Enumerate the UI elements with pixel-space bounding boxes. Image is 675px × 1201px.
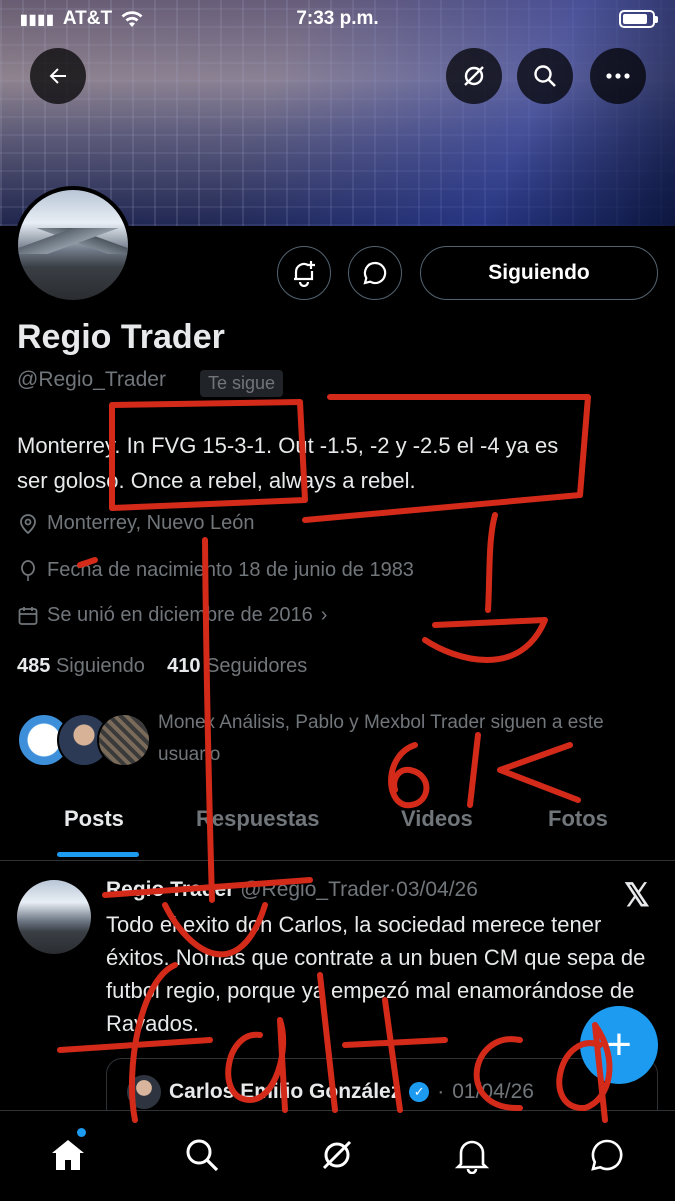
search-button[interactable]	[517, 48, 573, 104]
back-button[interactable]	[30, 48, 86, 104]
followed-by-avatars[interactable]	[17, 713, 151, 767]
battery-icon	[619, 10, 658, 28]
location-text: Monterrey, Nuevo León	[47, 512, 255, 534]
clock: 7:33 p.m.	[296, 8, 379, 29]
profile-avatar[interactable]	[14, 186, 132, 304]
quote-separator: ·	[437, 1080, 445, 1103]
profile-tabs: Posts Respuestas Videos Fotos	[0, 790, 675, 861]
bottom-navigation	[0, 1110, 675, 1201]
joined-row[interactable]: Se unió en diciembre de 2016 ›	[17, 604, 327, 627]
nav-home[interactable]	[46, 1133, 90, 1177]
nav-grok[interactable]	[315, 1133, 359, 1177]
nav-notifications[interactable]	[450, 1133, 494, 1177]
status-bar: ▮▮▮▮ AT&T 7:33 p.m.	[0, 0, 675, 40]
birthday-text: Fecha de nacimiento 18 de junio de 1983	[47, 559, 414, 581]
plus-icon: +	[606, 1020, 632, 1069]
calendar-icon	[18, 606, 38, 625]
joined-text: Se unió en diciembre de 2016	[47, 604, 313, 626]
follows-you-badge: Te sigue	[200, 370, 284, 397]
bio-line: Monterrey. In FVG 15-3-1. Out -1.5, -2 y…	[17, 433, 559, 458]
nav-search[interactable]	[180, 1133, 224, 1177]
nav-messages[interactable]	[585, 1133, 629, 1177]
tab-photos[interactable]: Fotos	[548, 806, 608, 832]
post-date[interactable]: 03/04/26	[396, 878, 478, 901]
profile-name: Regio Trader	[17, 318, 225, 356]
post-author-avatar[interactable]	[17, 880, 91, 954]
quote-author-name: Carlos Emilio González	[169, 1080, 402, 1103]
profile-bio: Monterrey. In FVG 15-3-1. Out -1.5, -2 y…	[17, 428, 657, 498]
followed-by-text[interactable]: Monex Análisis, Pablo y Mexbol Trader si…	[158, 707, 638, 771]
post-header: Regio Trader @Regio_Trader·03/04/26	[106, 878, 478, 902]
grok-icon	[464, 66, 484, 86]
following-button[interactable]: Siguiendo	[420, 246, 658, 300]
bell-icon	[454, 1140, 490, 1174]
search-icon	[186, 1139, 219, 1172]
profile-handle: @Regio_Trader	[17, 368, 166, 391]
balloon-icon	[21, 559, 35, 581]
compose-button[interactable]: +	[580, 1006, 658, 1084]
avatar	[127, 1075, 161, 1109]
avatar	[97, 713, 151, 767]
search-icon	[534, 65, 556, 87]
location-row: Monterrey, Nuevo León	[17, 512, 255, 535]
more-icon	[606, 73, 630, 79]
following-link[interactable]: 485 Siguiendo	[17, 655, 145, 677]
location-pin-icon	[20, 513, 36, 534]
grok-icon	[322, 1140, 352, 1170]
notify-button[interactable]	[277, 246, 331, 300]
chat-bubble-icon	[363, 261, 387, 285]
annotation-arrow	[422, 512, 548, 663]
post-text[interactable]: Todo el exito don Carlos, la sociedad me…	[106, 908, 662, 1040]
active-tab-indicator	[57, 852, 139, 857]
home-icon	[52, 1140, 84, 1170]
birthday-row: Fecha de nacimiento 18 de junio de 1983	[17, 559, 414, 582]
tab-replies[interactable]: Respuestas	[196, 806, 320, 832]
arrow-left-icon	[49, 68, 66, 84]
follow-counts: 485 Siguiendo 410 Seguidores	[17, 655, 307, 678]
following-label: Siguiendo	[55, 655, 145, 677]
following-count: 485	[17, 655, 51, 677]
quote-date: 01/04/26	[452, 1080, 534, 1103]
followers-link[interactable]: 410 Seguidores	[167, 655, 307, 677]
more-button[interactable]	[590, 48, 646, 104]
bell-plus-icon	[294, 261, 315, 287]
followers-count: 410	[167, 655, 201, 677]
verified-badge-icon: ✓	[409, 1082, 430, 1102]
post-author-handle[interactable]: @Regio_Trader	[240, 878, 389, 901]
tab-posts[interactable]: Posts	[64, 806, 124, 832]
post-author-name[interactable]: Regio Trader	[106, 878, 234, 901]
tab-videos[interactable]: Videos	[401, 806, 473, 832]
followers-label: Seguidores	[206, 655, 308, 677]
bio-line: ser goloso. Once a rebel, always a rebel…	[17, 468, 416, 493]
chevron-right-icon: ›	[320, 604, 328, 626]
grok-button[interactable]	[446, 48, 502, 104]
chat-bubble-icon	[591, 1139, 623, 1171]
message-button[interactable]	[348, 246, 402, 300]
home-unread-dot	[77, 1128, 86, 1137]
